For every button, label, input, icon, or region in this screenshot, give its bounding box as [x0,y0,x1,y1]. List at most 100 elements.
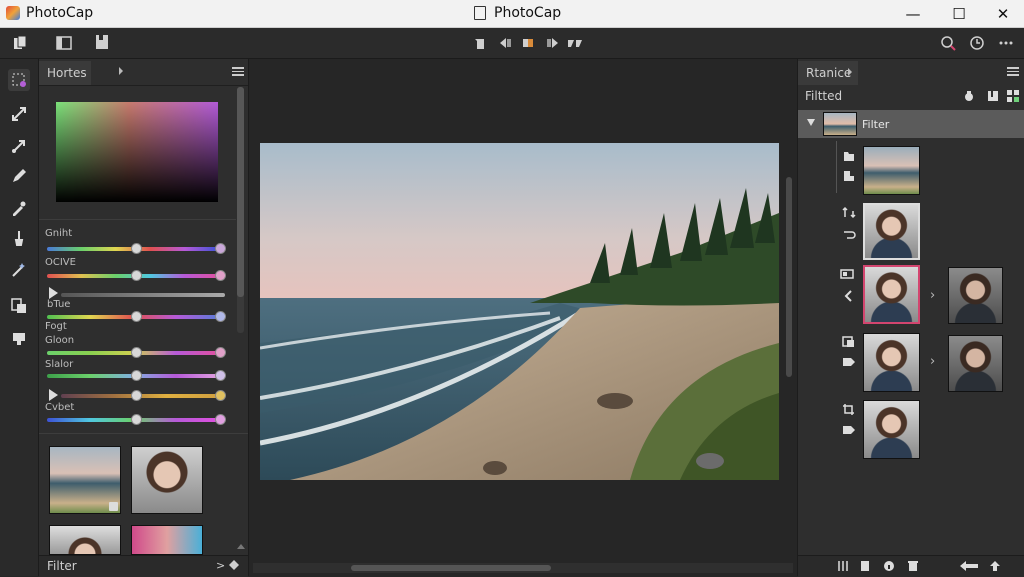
thumbnail-badge-icon [109,502,118,511]
adjust-icon[interactable] [836,559,850,573]
history-thumbnail-portrait[interactable] [863,203,920,260]
save-icon[interactable] [94,34,110,50]
history-thumbnail-preview[interactable] [948,267,1003,324]
slider-knob[interactable] [131,243,142,254]
thumbnail-gradient[interactable] [131,525,203,555]
slider-knob[interactable] [131,347,142,358]
history-thumbnail-portrait[interactable] [863,333,920,392]
close-button[interactable]: ✕ [980,0,1024,27]
info-icon[interactable] [882,559,896,573]
eyedropper-tool-icon[interactable] [8,197,30,219]
zoom-icon[interactable] [940,35,956,51]
flip-left-icon[interactable] [498,35,514,51]
image-icon [842,169,856,183]
tool-strip [0,59,39,576]
horizontal-scrollbar[interactable] [253,563,793,573]
slider-end-knob[interactable] [215,311,226,322]
crop-tool-icon[interactable] [472,35,488,51]
slider-knob[interactable] [131,311,142,322]
crop-icon [842,403,856,417]
filter-row-label: Filter [862,118,890,131]
section-label: Filtted [805,89,843,103]
app-logo-icon [6,6,20,20]
panel-scrollbar[interactable] [237,87,244,333]
slider-end-knob[interactable] [215,414,226,425]
history-thumbnail-preview[interactable] [948,335,1003,392]
tag-icon [842,355,856,369]
history-icon[interactable] [969,35,985,51]
scroll-up-icon[interactable] [237,544,245,549]
camera-icon[interactable] [962,89,976,103]
move-tool-icon[interactable] [8,135,30,157]
back-arrow-icon[interactable] [958,559,980,573]
canvas-area [249,59,796,576]
vertical-scrollbar[interactable] [786,177,792,377]
slider-end-knob[interactable] [215,270,226,281]
history-thumbnail-portrait[interactable] [863,400,920,459]
panel-menu-icon[interactable] [232,67,244,76]
slider-label: Cvbet [45,402,75,413]
slider-label: Gniht [45,228,73,239]
grid-icon[interactable] [1006,89,1020,103]
transform-tool-icon[interactable] [8,103,30,125]
export-icon[interactable] [986,89,1000,103]
more-options-icon[interactable] [998,35,1014,51]
tab-hortes[interactable]: Hortes [39,61,91,85]
slider-knob[interactable] [131,370,142,381]
new-file-icon[interactable] [12,35,28,51]
thumbnail-portrait[interactable] [49,525,121,555]
slider-end-knob[interactable] [215,243,226,254]
wand-tool-icon[interactable] [8,259,30,281]
layers-icon[interactable] [56,35,72,51]
slider-knob[interactable] [131,414,142,425]
copy-icon [842,335,856,349]
slider-label: Gloon [45,335,75,346]
resize-icon [842,205,856,219]
stamp-tool-icon[interactable] [8,327,30,349]
rotate-icon[interactable] [520,35,536,51]
slider-knob[interactable] [131,390,142,401]
adjustments-panel: Hortes Gniht OCIVE bTue Fogt Gloon Slalo… [39,59,249,577]
slider-label: Slalor [45,359,74,370]
slider-knob[interactable] [131,270,142,281]
clone-tool-icon[interactable] [8,295,30,317]
minimize-button[interactable]: — [890,0,936,27]
document-icon[interactable] [858,559,872,573]
window-title: PhotoCap [494,5,562,21]
history-panel: Rtanice Filtted Filter › › [797,59,1024,577]
slider-label: OCIVE [45,257,76,268]
select-tool-icon[interactable] [8,69,30,91]
slider-end-knob[interactable] [215,370,226,381]
chevron-right-icon: › [930,288,936,303]
expand-arrow-icon[interactable] [807,119,815,126]
thumbnail-portrait[interactable] [131,446,203,514]
up-arrow-icon[interactable] [988,559,1002,573]
app-title: PhotoCap [26,5,94,21]
history-thumbnail-selected[interactable] [863,265,920,324]
title-bar: PhotoCap PhotoCap — ☐ ✕ [0,0,1024,28]
folder-icon [842,149,856,163]
flip-right-icon[interactable] [544,35,560,51]
arrow-left-icon [842,289,856,303]
toolbar [0,28,1024,59]
slider-end-knob[interactable] [215,390,226,401]
maximize-button[interactable]: ☐ [936,0,982,27]
label-icon [842,423,856,437]
pencil-tool-icon[interactable] [8,165,30,187]
color-picker-field[interactable] [56,102,218,202]
chevron-right-icon [119,67,123,75]
slider-end-knob[interactable] [215,347,226,358]
slider-extra-label: bTue [47,299,71,310]
play-icon[interactable] [49,389,58,401]
play-icon[interactable] [49,287,58,299]
delete-icon[interactable] [906,559,920,573]
chevron-right-icon[interactable]: > [216,559,225,572]
document-icon [474,6,486,20]
history-thumbnail-beach[interactable] [863,146,920,195]
chevron-right-icon [848,68,852,76]
slider-track[interactable] [61,293,225,297]
brush-tool-icon[interactable] [8,227,30,249]
skew-icon[interactable] [567,35,583,51]
panel-menu-icon[interactable] [1007,67,1019,76]
main-photo[interactable] [260,143,779,480]
